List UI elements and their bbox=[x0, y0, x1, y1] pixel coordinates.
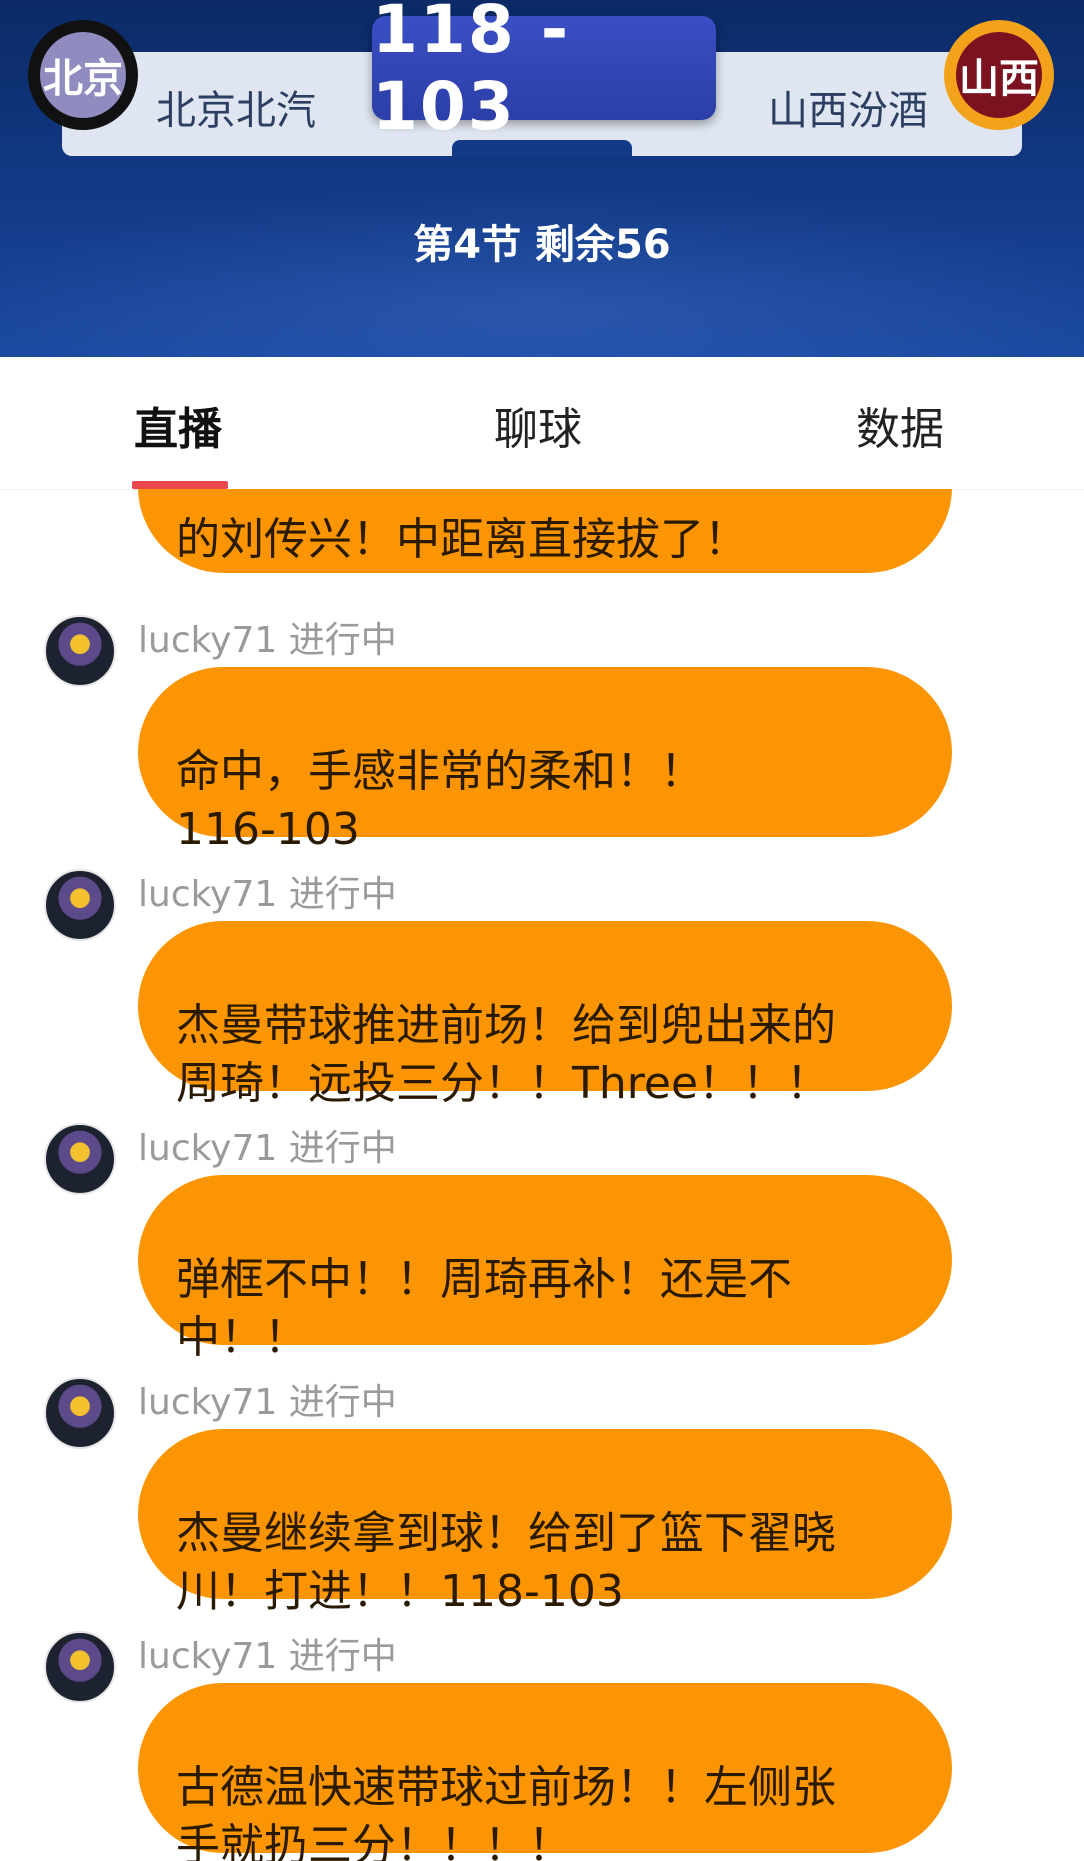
message-bubble: 的刘传兴！中距离直接拔了！ bbox=[138, 489, 952, 573]
user-avatar[interactable] bbox=[44, 1377, 116, 1449]
message-text: 的刘传兴！中距离直接拔了！ bbox=[176, 514, 748, 565]
tab-data[interactable]: 数据 bbox=[856, 393, 944, 457]
username-status: lucky71 进行中 bbox=[138, 874, 397, 915]
user-avatar[interactable] bbox=[44, 869, 116, 941]
active-tab-indicator bbox=[132, 481, 228, 489]
user-avatar[interactable] bbox=[44, 615, 116, 687]
message-bubble: 杰曼带球推进前场！给到兜出来的 周琦！远投三分！！Three！！！ bbox=[138, 921, 952, 1109]
game-period: 第4节 剩余56 bbox=[413, 222, 671, 268]
message-text: 杰曼继续拿到球！给到了篮下翟晓 川！打进！！118-103 bbox=[176, 1508, 836, 1617]
home-team-logo[interactable]: 北京 bbox=[28, 20, 138, 130]
user-avatar[interactable] bbox=[44, 1123, 116, 1195]
message-bubble: 杰曼继续拿到球！给到了篮下翟晓 川！打进！！118-103 bbox=[138, 1429, 952, 1617]
away-team-name[interactable]: 山西汾酒 bbox=[768, 78, 928, 136]
user-avatar[interactable] bbox=[44, 1631, 116, 1703]
message-text: 杰曼带球推进前场！给到兜出来的 周琦！远投三分！！Three！！！ bbox=[176, 1000, 836, 1109]
username-status: lucky71 进行中 bbox=[138, 1382, 397, 1423]
username-status: lucky71 进行中 bbox=[138, 1128, 397, 1169]
home-team-name[interactable]: 北京北汽 bbox=[156, 78, 316, 136]
message-text: 古德温快速带球过前场！！左侧张 手就扔三分！！！！ bbox=[176, 1762, 836, 1861]
message-bubble: 弹框不中！！周琦再补！还是不 中！！ bbox=[138, 1175, 952, 1363]
away-logo-text: 山西 bbox=[959, 56, 1039, 102]
username-status: lucky71 进行中 bbox=[138, 1636, 397, 1677]
home-logo-text: 北京 bbox=[43, 56, 123, 102]
username-status: lucky71 进行中 bbox=[138, 620, 397, 661]
tab-live[interactable]: 直播 bbox=[134, 393, 222, 457]
away-team-logo[interactable]: 山西 bbox=[944, 20, 1054, 130]
message-text: 命中，手感非常的柔和！！ 116-103 bbox=[176, 746, 704, 855]
message-bubble: 古德温快速带球过前场！！左侧张 手就扔三分！！！！ bbox=[138, 1683, 952, 1861]
tab-bar: 直播 聊球 数据 bbox=[0, 357, 1084, 490]
match-header: 118 - 103 北京 北京北汽 山西 山西汾酒 第4节 剩余56 bbox=[0, 0, 1084, 357]
live-feed[interactable]: 的刘传兴！中距离直接拔了！ lucky71 进行中 命中，手感非常的柔和！！ 1… bbox=[0, 489, 1084, 1861]
tab-chat[interactable]: 聊球 bbox=[494, 393, 582, 457]
message-text: 弹框不中！！周琦再补！还是不 中！！ bbox=[176, 1254, 792, 1363]
message-bubble: 命中，手感非常的柔和！！ 116-103 bbox=[138, 667, 952, 855]
scoreboard: 118 - 103 bbox=[372, 0, 716, 145]
